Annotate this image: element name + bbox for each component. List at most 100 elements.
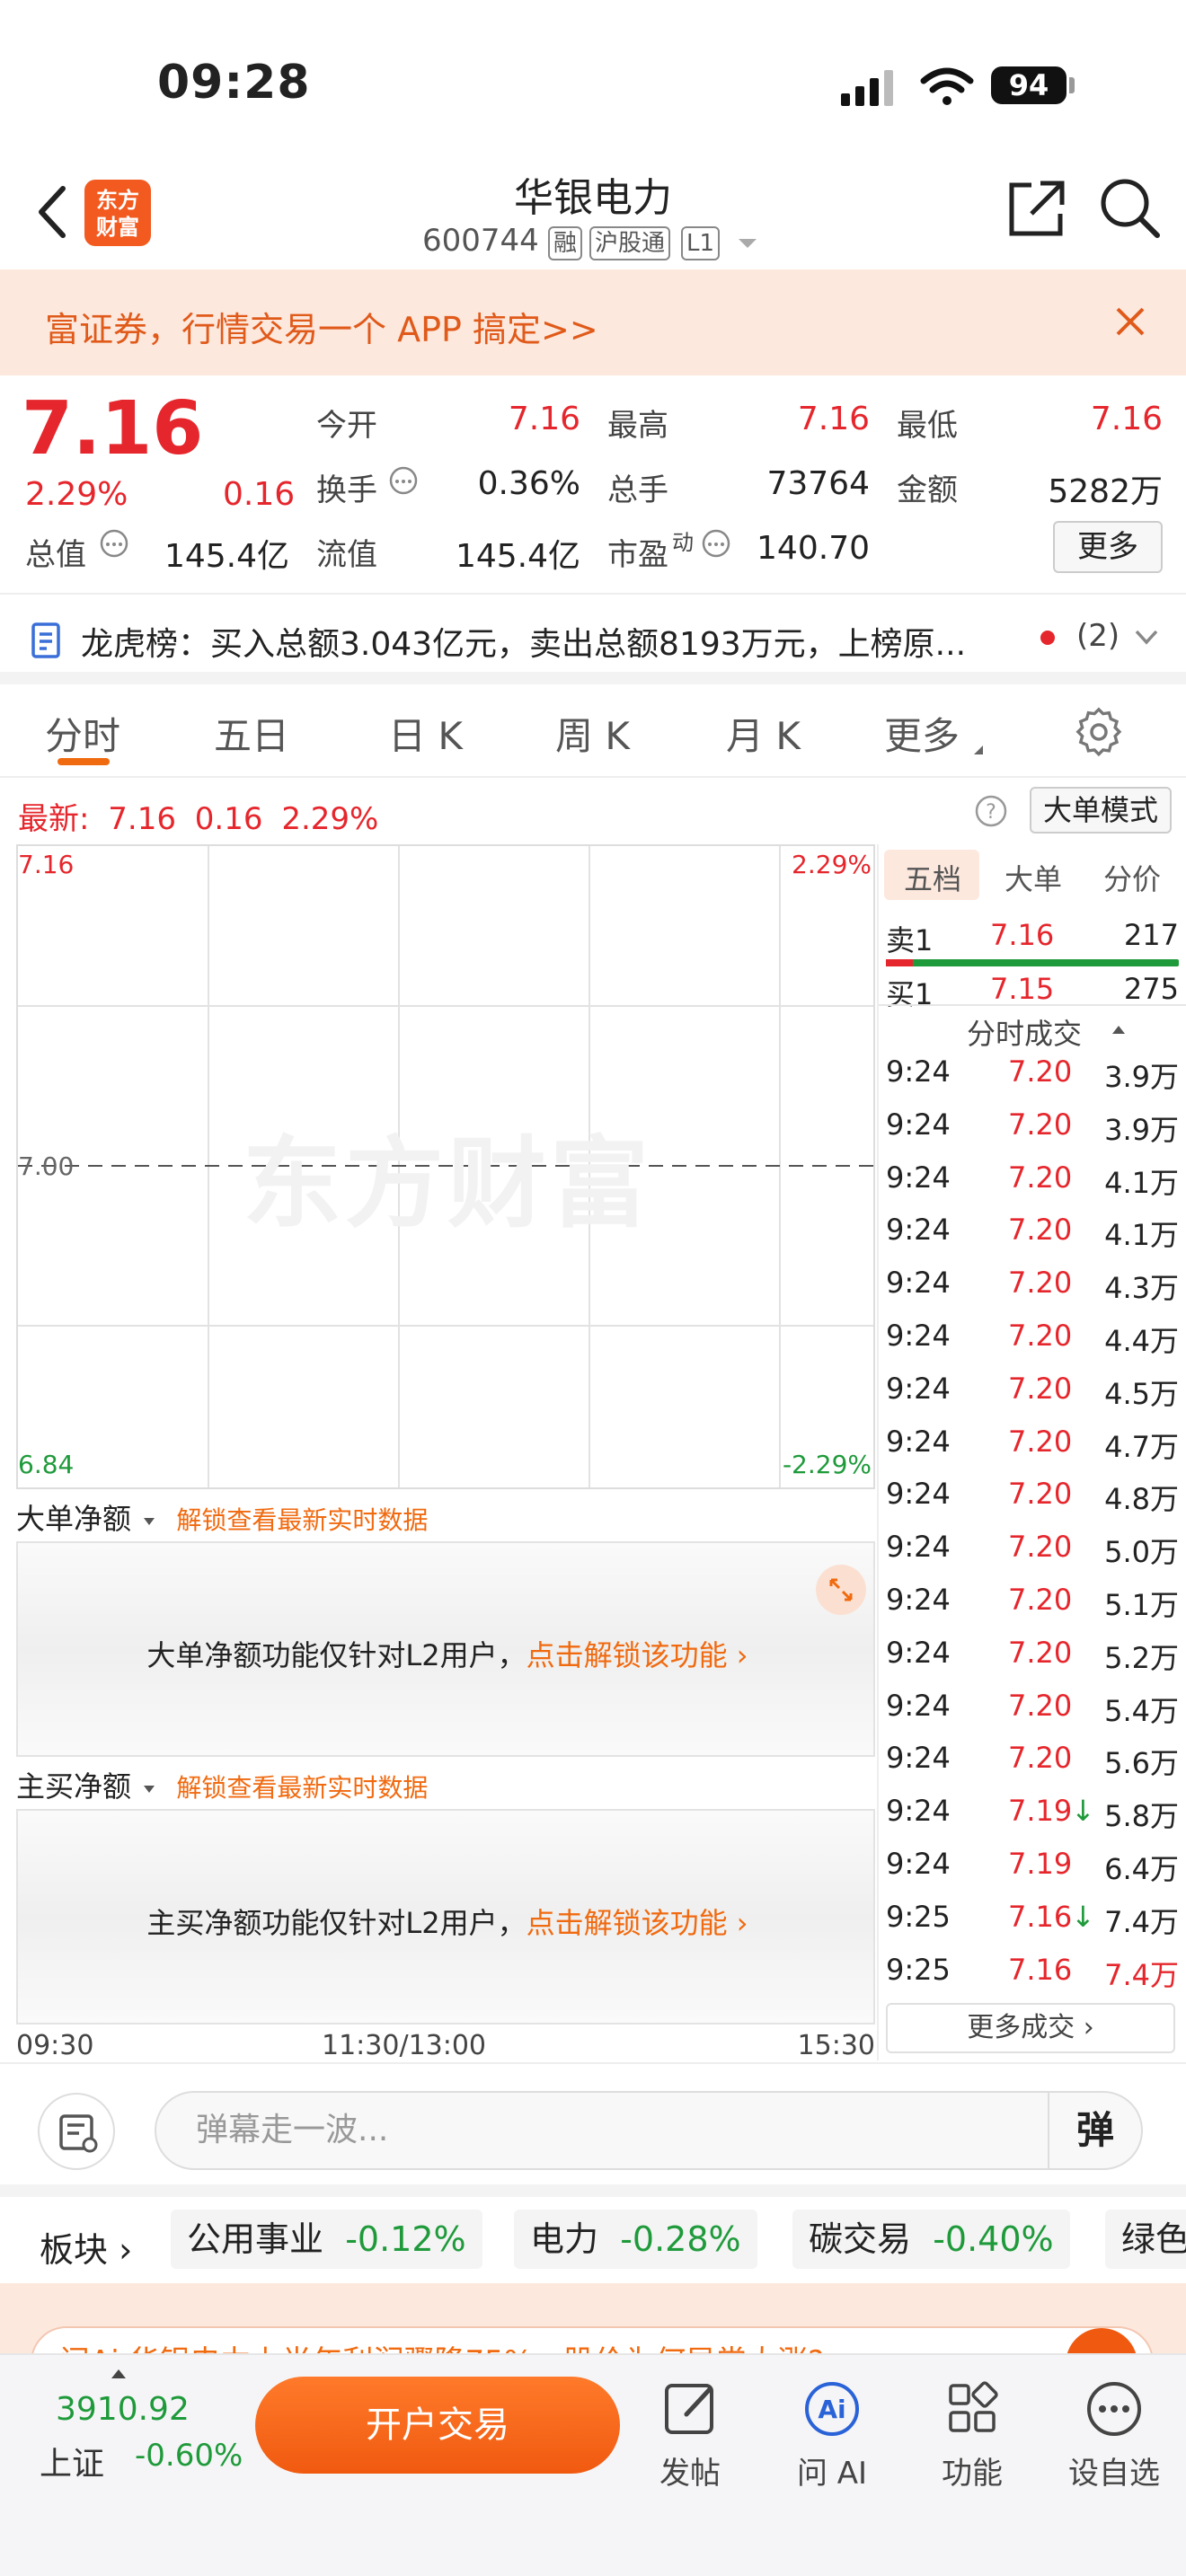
trade-row: 9:24 7.20 3.9万 <box>886 1107 1179 1160</box>
value-high: 7.16 <box>797 401 870 437</box>
panel-tab-big-order[interactable]: 大单 <box>1005 857 1062 898</box>
gear-icon[interactable] <box>1075 706 1125 756</box>
chevron-right-icon[interactable]: › <box>728 1906 748 1940</box>
pct-axis-top: 2.29% <box>792 850 872 879</box>
index-value[interactable]: 3910.92 <box>56 2391 190 2428</box>
share-icon[interactable] <box>1005 178 1067 241</box>
add-watchlist-button[interactable]: 设自选 <box>1060 2377 1168 2492</box>
sub1-select[interactable]: 大单净额 <box>16 1502 131 1536</box>
danmu-toggle[interactable]: 弹 <box>1048 2093 1141 2168</box>
time-start: 09:30 <box>16 2030 94 2061</box>
logo-text: 东方财富 <box>96 188 139 240</box>
value-turnover: 0.36% <box>477 465 580 502</box>
chevron-down-icon[interactable] <box>1134 629 1159 647</box>
trade-time: 9:24 <box>886 1688 951 1723</box>
caret-down-icon[interactable] <box>140 1784 158 1796</box>
stock-header: 东方财富 华银电力 600744 融 沪股通 L1 <box>0 162 1186 269</box>
tab-more[interactable]: 更多 <box>884 706 960 761</box>
sub1-unlock-hint[interactable]: 解锁查看最新实时数据 <box>176 1505 428 1535</box>
index-pct[interactable]: -0.60% <box>135 2438 243 2474</box>
info-icon[interactable] <box>701 528 731 559</box>
dragon-tiger-list[interactable]: 龙虎榜：买入总额3.043亿元，卖出总额8193万元，上榜原... (2) <box>0 595 1186 684</box>
trade-time: 9:24 <box>886 1266 951 1301</box>
y-axis-top: 7.16 <box>18 850 75 879</box>
info-icon[interactable] <box>99 528 129 559</box>
panel-tab-five-levels[interactable]: 五档 <box>904 857 961 898</box>
back-icon[interactable] <box>36 185 68 239</box>
functions-label: 功能 <box>942 2456 1003 2492</box>
unread-dot <box>1040 631 1055 645</box>
trade-time: 9:25 <box>886 1952 951 1987</box>
post-button[interactable]: 发帖 <box>636 2377 744 2492</box>
chevron-right-icon[interactable]: › <box>728 1638 748 1672</box>
sub2-unlock-hint[interactable]: 解锁查看最新实时数据 <box>176 1773 428 1803</box>
help-icon[interactable]: ? <box>974 794 1008 828</box>
dropdown-icon[interactable] <box>737 237 758 251</box>
sub1-unlock-link[interactable]: 点击解锁该功能 <box>527 1638 728 1672</box>
sub1-message: 大单净额功能仅针对L2用户，点击解锁该功能 › <box>18 1633 877 1674</box>
big-order-mode-button[interactable]: 大单模式 <box>1030 787 1172 834</box>
search-icon[interactable] <box>1098 176 1163 241</box>
sector-label[interactable]: 板块 › <box>40 2222 132 2272</box>
ai-question-pill[interactable]: 问Ai 华银电力上半年利润骤降75%，股价为何异常大涨? <box>31 2326 1154 2353</box>
tab-daily-k[interactable]: 日 K <box>388 706 463 761</box>
info-icon[interactable] <box>388 465 419 496</box>
trade-volume: 7.4万 <box>1104 1957 1179 1992</box>
post-label: 发帖 <box>659 2456 721 2492</box>
danmu-input[interactable]: 弹幕走一波... <box>155 2091 1143 2170</box>
functions-button[interactable]: 功能 <box>918 2377 1026 2492</box>
trade-time: 9:24 <box>886 1107 951 1142</box>
sub2-unlock-link[interactable]: 点击解锁该功能 <box>527 1906 728 1940</box>
ask-ai-label: 问 AI <box>796 2456 868 2492</box>
trade-price: 7.16 <box>1008 1952 1073 1987</box>
promo-banner[interactable]: 富证券，行情交易一个 APP 搞定>> <box>0 269 1186 375</box>
trade-price: 7.20 <box>1008 1160 1073 1195</box>
sector-chip-power[interactable]: 电力 -0.28% <box>514 2210 757 2269</box>
sector-chip-carbon[interactable]: 碳交易 -0.40% <box>792 2210 1070 2269</box>
status-time: 09:28 <box>157 56 311 110</box>
tab-intraday[interactable]: 分时 <box>45 706 120 761</box>
more-quote-button[interactable]: 更多 <box>1053 521 1163 573</box>
open-account-button[interactable]: 开户交易 <box>255 2377 620 2474</box>
panel-tab-price-distribution[interactable]: 分价 <box>1103 857 1161 898</box>
trade-volume: 4.4万 <box>1104 1324 1179 1358</box>
trade-time: 9:24 <box>886 1213 951 1248</box>
tab-five-day[interactable]: 五日 <box>214 706 289 761</box>
ai-question-strip[interactable]: 问Ai 华银电力上半年利润骤降75%，股价为何异常大涨? <box>0 2283 1186 2353</box>
sector-chip-utilities[interactable]: 公用事业 -0.12% <box>171 2210 482 2269</box>
trade-price: 7.20 <box>1008 1107 1073 1142</box>
tag-shanghai-connect: 沪股通 <box>589 226 671 260</box>
trade-price: 7.20 <box>1008 1054 1073 1089</box>
trade-volume: 3.9万 <box>1104 1112 1179 1147</box>
trade-time: 9:24 <box>886 1583 951 1617</box>
more-trades-button[interactable]: 更多成交 › <box>886 2003 1175 2053</box>
tab-monthly-k[interactable]: 月 K <box>726 706 801 761</box>
latest-change: 0.16 <box>194 801 263 837</box>
expand-icon[interactable] <box>816 1565 866 1615</box>
close-icon[interactable] <box>1114 305 1146 338</box>
more-dots-icon <box>1087 2382 1141 2436</box>
trade-row: 9:24 7.20 5.6万 <box>886 1741 1179 1793</box>
caret-down-icon[interactable] <box>140 1516 158 1529</box>
time-end: 15:30 <box>797 2030 875 2061</box>
last-price: 7.16 <box>22 386 204 472</box>
ask-ai-button[interactable]: Ai 问 AI <box>778 2377 886 2492</box>
arrow-right-icon[interactable] <box>1066 2328 1137 2353</box>
sector-pct: -0.12% <box>345 2219 466 2259</box>
index-name[interactable]: 上证 <box>40 2438 104 2484</box>
trade-row: 9:24 7.20 5.0万 <box>886 1530 1179 1582</box>
sub2-select[interactable]: 主买净额 <box>16 1769 131 1804</box>
change-amount: 0.16 <box>223 476 296 513</box>
trades-title[interactable]: 分时成交 <box>967 1011 1082 1053</box>
sell1-label: 卖1 <box>886 923 934 957</box>
trade-volume: 4.8万 <box>1104 1482 1179 1517</box>
label-volume: 总手 <box>607 472 668 508</box>
trade-price: 7.19 <box>1008 1847 1073 1881</box>
latest-label: 最新: <box>18 801 90 837</box>
caret-up-icon[interactable] <box>1111 1024 1127 1037</box>
comment-list-button[interactable] <box>38 2093 115 2170</box>
sector-chip-green[interactable]: 绿色 <box>1105 2210 1186 2269</box>
tag-level: L1 <box>681 226 721 260</box>
tab-weekly-k[interactable]: 周 K <box>555 706 630 761</box>
sub2-chart: 主买净额功能仅针对L2用户，点击解锁该功能 › <box>16 1809 875 2025</box>
